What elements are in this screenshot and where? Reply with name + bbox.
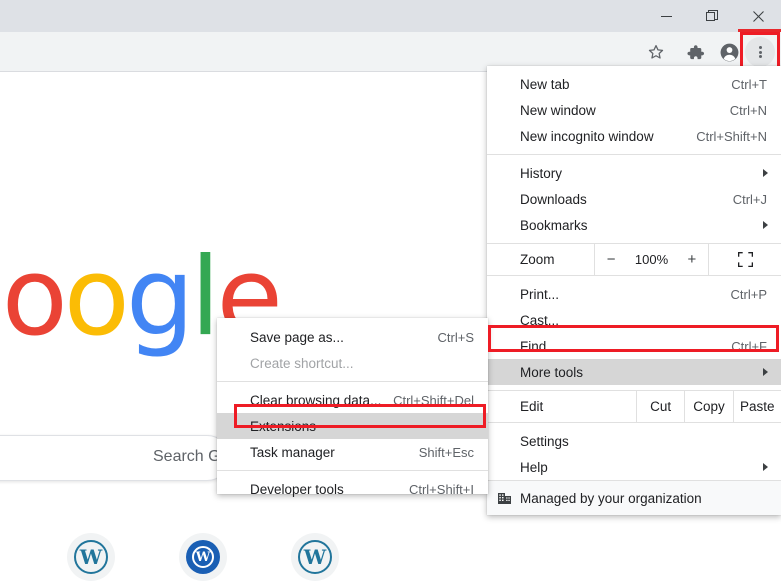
wordpress-glyph: W (79, 545, 103, 569)
menu-item-new-tab-accel: Ctrl+T (731, 76, 767, 92)
menu-item-downloads-label: Downloads (520, 191, 587, 207)
menu-item-new-window-label: New window (520, 102, 596, 118)
zoom-in-button[interactable]: + (684, 251, 701, 268)
menu-item-cast-label: Cast... (520, 312, 560, 328)
shortcut-tile-wordpress-2[interactable]: W (291, 533, 339, 581)
menu-item-new-tab-label: New tab (520, 76, 570, 92)
menu-item-downloads[interactable]: Downloads Ctrl+J (487, 186, 781, 212)
submenu-item-create-shortcut: Create shortcut... (217, 350, 488, 376)
restore-window-icon (706, 10, 718, 21)
menu-item-print-accel: Ctrl+P (730, 286, 767, 302)
logo-letter-o1: o (1, 235, 68, 360)
submenu-item-clear-browsing-data-accel: Ctrl+Shift+Del (393, 392, 474, 408)
submenu-item-save-page-as-label: Save page as... (250, 329, 344, 345)
logo-letter-o2: o (63, 235, 130, 360)
zoom-controls: − 100% + (594, 244, 709, 275)
extensions-toolbar-button[interactable] (681, 38, 709, 66)
submenu-item-developer-tools-label: Developer tools (250, 481, 344, 497)
submenu-item-save-page-as[interactable]: Save page as... Ctrl+S (217, 324, 488, 350)
menu-item-new-window[interactable]: New window Ctrl+N (487, 97, 781, 123)
fullscreen-icon (737, 252, 753, 267)
submenu-item-extensions[interactable]: Extensions (217, 413, 488, 439)
menu-item-help[interactable]: Help (487, 454, 781, 480)
menu-item-settings[interactable]: Settings (487, 428, 781, 454)
menu-item-more-tools-label: More tools (520, 364, 584, 380)
menu-item-cast[interactable]: Cast... (487, 307, 781, 333)
menu-item-new-incognito-window-accel: Ctrl+Shift+N (696, 128, 767, 144)
menu-item-more-tools[interactable]: More tools (487, 359, 781, 385)
submenu-item-save-page-as-accel: Ctrl+S (437, 329, 474, 345)
submenu-item-clear-browsing-data[interactable]: Clear browsing data... Ctrl+Shift+Del (217, 387, 488, 413)
restore-button[interactable] (689, 0, 735, 32)
window-title-bar (0, 0, 781, 32)
menu-separator-1 (487, 154, 781, 155)
star-icon (648, 44, 664, 59)
shortcut-tile-blue[interactable]: W (179, 533, 227, 581)
search-input[interactable]: Search Google or type a URL (0, 435, 363, 481)
submenu-item-clear-browsing-data-label: Clear browsing data... (250, 392, 382, 408)
wordpress-icon: W (74, 540, 108, 574)
menu-item-find-accel: Ctrl+F (731, 338, 767, 354)
logo-letter-g2: g (125, 235, 195, 360)
shortcut-tile-wordpress[interactable]: W (67, 533, 115, 581)
building-glyph (498, 493, 511, 504)
managed-by-organization-row[interactable]: Managed by your organization (487, 480, 781, 515)
logo-letter-l: l (190, 235, 220, 360)
zoom-out-button[interactable]: − (603, 251, 620, 268)
profile-avatar-icon (720, 43, 738, 61)
menu-item-print[interactable]: Print... Ctrl+P (487, 281, 781, 307)
menu-item-new-tab[interactable]: New tab Ctrl+T (487, 71, 781, 97)
puzzle-piece-icon (686, 44, 704, 59)
wordpress-icon-2: W (298, 540, 332, 574)
managed-by-organization-label: Managed by your organization (520, 490, 702, 506)
fullscreen-button[interactable] (709, 244, 781, 275)
menu-item-history-label: History (520, 165, 563, 181)
submenu-item-create-shortcut-label: Create shortcut... (250, 355, 354, 371)
menu-item-history[interactable]: History (487, 160, 781, 186)
minimize-button[interactable] (643, 0, 689, 32)
menu-item-bookmarks-label: Bookmarks (520, 217, 588, 233)
menu-item-find-label: Find... (520, 338, 558, 354)
menu-zoom-row: Zoom − 100% + (487, 243, 781, 276)
submenu-separator-2 (217, 470, 488, 471)
chevron-right-icon (763, 368, 768, 376)
submenu-item-developer-tools-accel: Ctrl+Shift+I (408, 481, 474, 497)
zoom-level-value: 100% (634, 252, 669, 267)
menu-item-help-label: Help (520, 459, 548, 475)
menu-item-downloads-accel: Ctrl+J (732, 191, 767, 207)
minimize-icon (660, 15, 672, 17)
menu-edit-label: Edit (520, 399, 544, 414)
menu-edit-row: Edit Cut Copy Paste (487, 390, 781, 423)
blue-site-glyph: W (192, 546, 214, 568)
submenu-item-task-manager[interactable]: Task manager Shift+Esc (217, 439, 488, 465)
menu-item-settings-label: Settings (520, 433, 569, 449)
menu-item-new-window-accel: Ctrl+N (729, 102, 767, 118)
menu-item-new-incognito-window-label: New incognito window (520, 128, 654, 144)
bookmark-star-button[interactable] (642, 38, 670, 66)
chrome-main-menu: New tab Ctrl+T New window Ctrl+N New inc… (487, 66, 781, 515)
edit-cut-button[interactable]: Cut (636, 391, 684, 422)
submenu-item-extensions-label: Extensions (250, 418, 317, 434)
menu-item-print-label: Print... (520, 286, 560, 302)
close-icon (752, 10, 764, 22)
chevron-right-icon (763, 221, 768, 229)
blue-site-icon: W (186, 540, 220, 574)
more-tools-submenu: Save page as... Ctrl+S Create shortcut..… (217, 318, 488, 497)
submenu-separator-1 (217, 381, 488, 382)
submenu-item-developer-tools[interactable]: Developer tools Ctrl+Shift+I (217, 476, 488, 502)
edit-paste-button[interactable]: Paste (732, 391, 781, 422)
wordpress-glyph-2: W (303, 545, 327, 569)
menu-item-bookmarks[interactable]: Bookmarks (487, 212, 781, 238)
edit-copy-button[interactable]: Copy (684, 391, 732, 422)
submenu-item-task-manager-label: Task manager (250, 444, 335, 460)
organization-building-icon (497, 490, 513, 506)
submenu-item-task-manager-accel: Shift+Esc (418, 444, 474, 460)
menu-item-new-incognito-window[interactable]: New incognito window Ctrl+Shift+N (487, 123, 781, 149)
menu-zoom-label: Zoom (520, 252, 555, 267)
profile-button[interactable] (715, 38, 743, 66)
chevron-right-icon (763, 169, 768, 177)
menu-item-find[interactable]: Find... Ctrl+F (487, 333, 781, 359)
chevron-right-icon (763, 463, 768, 471)
close-button[interactable] (735, 0, 781, 32)
